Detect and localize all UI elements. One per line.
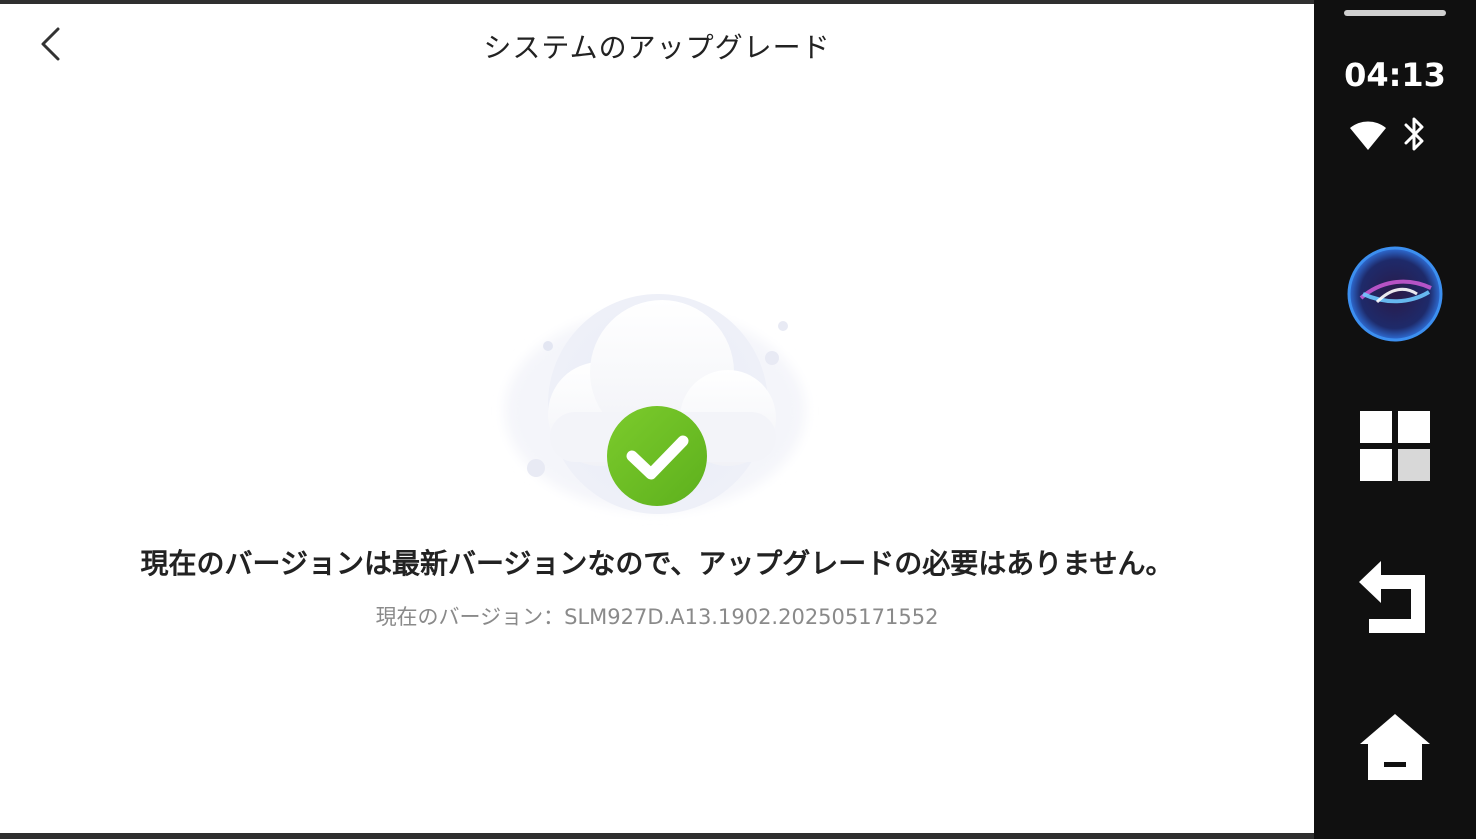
cloud-check-icon	[505, 294, 805, 514]
wifi-icon	[1350, 121, 1386, 150]
voice-assistant-icon	[1347, 246, 1443, 342]
apps-grid-icon	[1360, 411, 1430, 481]
bluetooth-icon	[1404, 117, 1424, 151]
up-to-date-illustration	[490, 286, 820, 526]
device-frame: システムのアップグレード 現在のバージョンは最新バージョンなので、アップグレード…	[0, 0, 1476, 839]
status-icons	[1348, 112, 1458, 156]
apps-grid-button[interactable]	[1347, 398, 1443, 494]
main-screen: システムのアップグレード 現在のバージョンは最新バージョンなので、アップグレード…	[0, 4, 1314, 833]
back-nav-button[interactable]	[1347, 550, 1443, 646]
home-button[interactable]	[1347, 700, 1443, 796]
page-title: システムのアップグレード	[483, 31, 831, 64]
back-icon	[1359, 561, 1425, 633]
up-to-date-message: 現在のバージョンは最新バージョンなので、アップグレードの必要はありません。	[140, 547, 1174, 580]
current-version: 現在のバージョン：SLM927D.A13.1902.202505171552	[375, 605, 939, 629]
drag-handle[interactable]	[1344, 10, 1446, 16]
header: システムのアップグレード	[0, 4, 1314, 84]
voice-assistant-button[interactable]	[1347, 246, 1443, 342]
system-sidebar: 04:13	[1314, 0, 1476, 839]
home-icon	[1360, 714, 1430, 780]
status-clock: 04:13	[1344, 56, 1446, 94]
